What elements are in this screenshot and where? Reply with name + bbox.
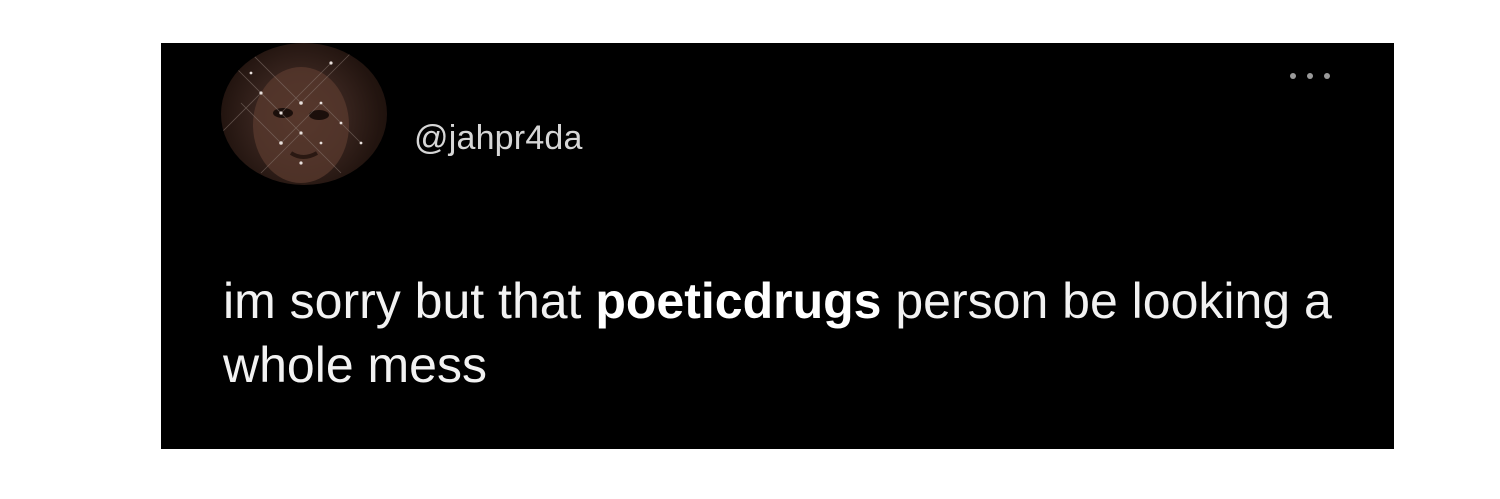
dot (1290, 73, 1296, 79)
tweet-text: im sorry but that poeticdrugs person be … (223, 269, 1343, 397)
user-handle[interactable]: @jahpr4da (414, 119, 583, 158)
dot (1307, 73, 1313, 79)
tweet-card: @jahpr4da im sorry but that poeticdrugs … (161, 43, 1394, 449)
bold-mention: poeticdrugs (595, 273, 882, 329)
avatar-image (221, 52, 363, 183)
more-options-icon[interactable] (1290, 71, 1330, 81)
tweet-text-start: im sorry but that (223, 273, 596, 329)
avatar[interactable] (221, 43, 387, 185)
dot (1324, 73, 1330, 79)
